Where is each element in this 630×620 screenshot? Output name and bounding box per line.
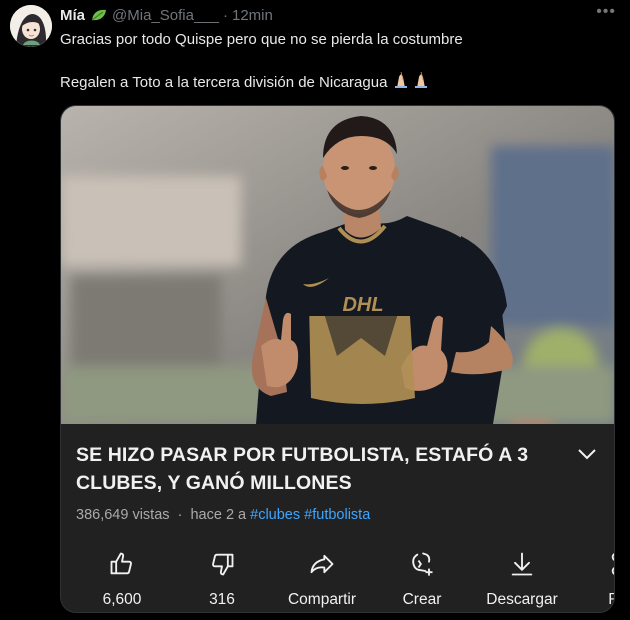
remix-icon	[412, 552, 433, 576]
tweet-text: Gracias por todo Quispe pero que no se p…	[60, 30, 616, 95]
tweet-line-1: Gracias por todo Quispe pero que no se p…	[60, 31, 463, 48]
like-button[interactable]: 6,600	[67, 546, 177, 609]
folded-hands-emoji-icon	[394, 71, 434, 95]
dislike-button[interactable]: 316	[167, 546, 277, 609]
video-meta: 386,649 vistas · hace 2 a #clubes #futbo…	[76, 507, 371, 523]
upload-age: hace 2 a	[190, 507, 247, 523]
create-button[interactable]: Crear	[367, 546, 477, 609]
media-card[interactable]: DHL SE HIZO PASAR POR FUTBOLISTA, ESTAFÓ…	[60, 105, 615, 613]
download-button[interactable]: Descargar	[467, 546, 577, 609]
video-thumbnail[interactable]: DHL	[61, 106, 615, 424]
scissors-icon	[611, 553, 614, 575]
leaf-emoji-icon	[90, 8, 108, 22]
avatar-image	[10, 5, 52, 47]
separator-dot: ·	[222, 6, 228, 24]
chevron-down-icon[interactable]	[576, 446, 598, 462]
avatar[interactable]	[10, 5, 52, 47]
tweet-line-2: Regalen a Toto a la tercera división de …	[60, 74, 388, 91]
tweet-header: Mía @Mia_Sofia___ · 12min •••	[60, 3, 618, 25]
thumbs-up-icon	[110, 552, 132, 575]
video-title[interactable]: SE HIZO PASAR POR FUTBOLISTA, ESTAFÓ A 3…	[76, 441, 546, 497]
author-handle[interactable]: @Mia_Sofia___	[112, 7, 219, 24]
view-count: 386,649 vistas	[76, 507, 170, 523]
hashtag-futbolista[interactable]: #futbolista	[304, 507, 370, 523]
clip-button[interactable]: Rec	[567, 546, 614, 609]
share-icon	[310, 554, 334, 574]
share-button[interactable]: Compartir	[267, 546, 377, 609]
video-title-line-2: CLUBES, Y GANÓ MILLONES	[76, 472, 352, 494]
author-name[interactable]: Mía	[60, 7, 85, 24]
download-icon	[511, 552, 533, 576]
hashtag-clubes[interactable]: #clubes	[250, 507, 300, 523]
tweet-time[interactable]: 12min	[232, 7, 273, 24]
more-options-icon[interactable]: •••	[596, 3, 616, 21]
thumbs-down-icon	[212, 553, 234, 576]
jersey-sponsor-text: DHL	[342, 294, 383, 316]
video-title-line-1: SE HIZO PASAR POR FUTBOLISTA, ESTAFÓ A 3	[76, 444, 529, 466]
tweet-line-2-wrap: Regalen a Toto a la tercera división de …	[60, 71, 616, 95]
video-actions-bar: 6,600 316 Compartir Crear Descargar	[61, 546, 614, 612]
